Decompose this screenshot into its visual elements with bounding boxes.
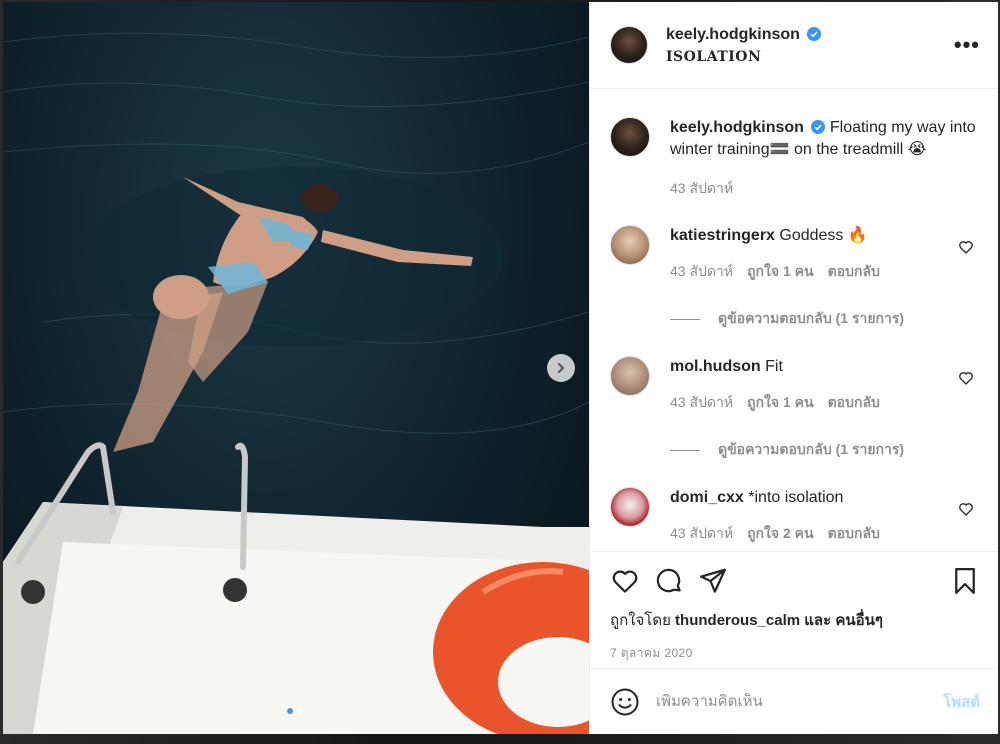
post-modal: keely.hodgkinson ISOLATION ••• keely.hod…: [3, 2, 998, 734]
caption-avatar[interactable]: [610, 117, 650, 157]
comment-composer: โพสต์: [590, 668, 998, 734]
chevron-right-icon: [558, 363, 565, 373]
likes-user-link[interactable]: thunderous_calm: [675, 612, 800, 629]
post-comment-button[interactable]: โพสต์: [943, 690, 980, 714]
paper-plane-icon[interactable]: [698, 566, 728, 596]
comment-like-count[interactable]: ถูกใจ 2 คน: [747, 522, 814, 544]
caption-body: keely.hodgkinson Floating my way into wi…: [670, 117, 980, 199]
comment-timestamp[interactable]: 43 สัปดาห์: [670, 391, 733, 413]
post-actions: ถูกใจโดย thunderous_calm และ คนอื่นๆ 7 ต…: [590, 551, 998, 668]
bookmark-icon[interactable]: [950, 566, 980, 596]
comment-timestamp[interactable]: 43 สัปดาห์: [670, 260, 733, 282]
comment-avatar[interactable]: [610, 487, 650, 527]
comment-reply-button[interactable]: ตอบกลับ: [828, 391, 880, 413]
more-options-button[interactable]: •••: [950, 32, 984, 58]
smiley-icon[interactable]: [610, 687, 640, 717]
post-header: keely.hodgkinson ISOLATION •••: [590, 2, 998, 89]
comment-username[interactable]: domi_cxx: [670, 489, 744, 506]
replies-divider: [670, 449, 700, 451]
post-sidebar: keely.hodgkinson ISOLATION ••• keely.hod…: [589, 2, 998, 734]
verified-badge-icon: [807, 26, 822, 41]
comment-input[interactable]: [656, 693, 944, 710]
author-info: keely.hodgkinson ISOLATION: [666, 26, 950, 65]
comment-item: domi_cxx *into isolation 43 สัปดาห์ ถูกใ…: [610, 487, 980, 544]
comment-body: katiestringerx Goddess 🔥 43 สัปดาห์ ถูกใ…: [670, 225, 980, 282]
post-location[interactable]: ISOLATION: [666, 49, 950, 65]
view-replies-button[interactable]: ดูข้อความตอบกลับ (1 รายการ): [670, 308, 980, 330]
photo-scene-illustration: [3, 32, 589, 734]
caption-timestamp[interactable]: 43 สัปดาห์: [670, 177, 980, 199]
carousel-indicator: [287, 708, 303, 714]
comment-avatar[interactable]: [610, 225, 650, 265]
comment-like-count[interactable]: ถูกใจ 1 คน: [747, 260, 814, 282]
comment-text: *into isolation: [748, 489, 844, 506]
view-replies-label: ดูข้อความตอบกลับ (1 รายการ): [718, 310, 905, 326]
author-username[interactable]: keely.hodgkinson: [666, 26, 800, 43]
likes-prefix: ถูกใจโดย: [610, 612, 671, 629]
action-icons: [610, 566, 980, 596]
heart-icon[interactable]: [958, 370, 974, 386]
comment-body: mol.hudson Fit 43 สัปดาห์ ถูกใจ 1 คน ตอบ…: [670, 356, 980, 413]
comment-text: Goddess 🔥: [779, 227, 868, 244]
comment-reply-button[interactable]: ตอบกลับ: [828, 522, 880, 544]
carousel-dot-active: [287, 708, 293, 714]
author-avatar[interactable]: [610, 26, 648, 64]
likes-others-link[interactable]: คนอื่นๆ: [835, 612, 883, 629]
comment-like-count[interactable]: ถูกใจ 1 คน: [747, 391, 814, 413]
comment-username[interactable]: katiestringerx: [670, 227, 775, 244]
heart-icon[interactable]: [958, 501, 974, 517]
post-date[interactable]: 7 ตุลาคม 2020: [610, 644, 980, 663]
comment-timestamp[interactable]: 43 สัปดาห์: [670, 522, 733, 544]
verified-badge-icon: [811, 120, 826, 134]
comment-body: domi_cxx *into isolation 43 สัปดาห์ ถูกใ…: [670, 487, 980, 544]
likes-and: และ: [804, 612, 832, 629]
post-caption: keely.hodgkinson Floating my way into wi…: [610, 89, 980, 199]
comment-bubble-icon[interactable]: [654, 566, 684, 596]
comments-list[interactable]: keely.hodgkinson Floating my way into wi…: [590, 89, 998, 551]
comment-item: katiestringerx Goddess 🔥 43 สัปดาห์ ถูกใ…: [610, 225, 980, 282]
comment-text: Fit: [765, 358, 783, 375]
comment-username[interactable]: mol.hudson: [670, 358, 761, 375]
likes-summary: ถูกใจโดย thunderous_calm และ คนอื่นๆ: [610, 608, 980, 632]
comment-avatar[interactable]: [610, 356, 650, 396]
replies-divider: [670, 318, 700, 320]
comment-item: mol.hudson Fit 43 สัปดาห์ ถูกใจ 1 คน ตอบ…: [610, 356, 980, 413]
comment-meta: 43 สัปดาห์ ถูกใจ 2 คน ตอบกลับ: [670, 522, 980, 544]
carousel-dot: [297, 708, 303, 714]
heart-icon[interactable]: [610, 566, 640, 596]
next-photo-button[interactable]: [547, 354, 575, 382]
comment-meta: 43 สัปดาห์ ถูกใจ 1 คน ตอบกลับ: [670, 260, 980, 282]
caption-username[interactable]: keely.hodgkinson: [670, 119, 804, 136]
comment-reply-button[interactable]: ตอบกลับ: [828, 260, 880, 282]
post-photo[interactable]: [3, 2, 589, 734]
comment-meta: 43 สัปดาห์ ถูกใจ 1 คน ตอบกลับ: [670, 391, 980, 413]
heart-icon[interactable]: [958, 239, 974, 255]
view-replies-label: ดูข้อความตอบกลับ (1 รายการ): [718, 441, 905, 457]
view-replies-button[interactable]: ดูข้อความตอบกลับ (1 รายการ): [670, 439, 980, 461]
